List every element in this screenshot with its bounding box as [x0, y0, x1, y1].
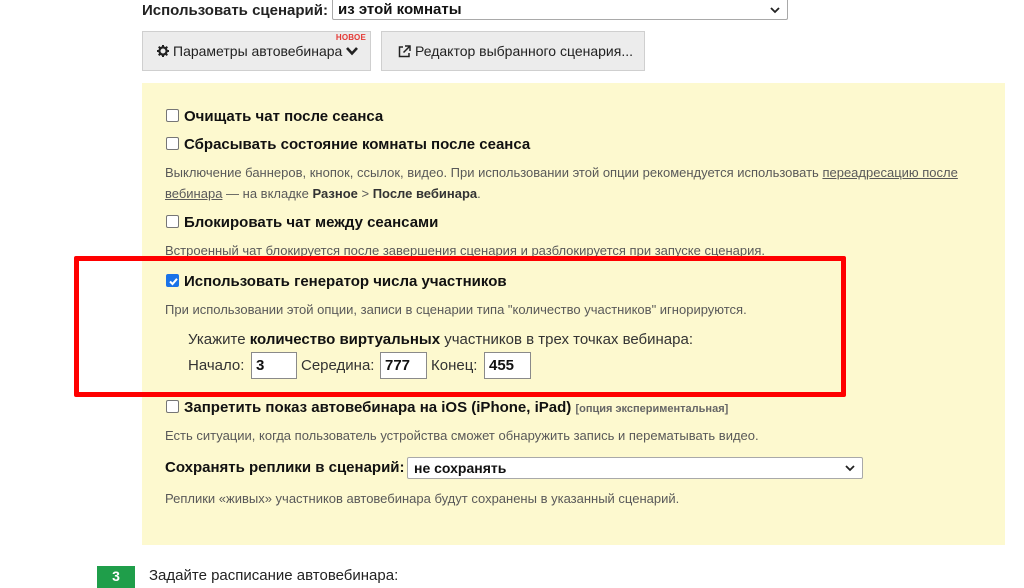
chevron-down-icon: [346, 47, 359, 56]
params-button-label: Параметры автовебинара: [173, 43, 343, 59]
ios-block-label: Запретить показ автовебинара на iOS (iPh…: [184, 399, 728, 416]
chevron-down-icon: [845, 465, 855, 472]
reset-room-hint-sep: >: [357, 186, 373, 201]
reset-room-hint-text: Выключение баннеров, кнопок, ссылок, вид…: [165, 165, 819, 180]
highlight-frame: [74, 256, 846, 397]
scenario-selected-value: из этой комнаты: [338, 1, 462, 18]
save-replies-label: Сохранять реплики в сценарий:: [165, 459, 405, 476]
tab-after-webinar-ref: После вебинара: [372, 186, 478, 201]
block-chat-label: Блокировать чат между сеансами: [184, 214, 439, 231]
save-replies-selected: не сохранять: [414, 460, 507, 476]
scenario-select[interactable]: из этой комнаты: [332, 0, 788, 20]
tab-other-ref: Разное: [312, 186, 358, 201]
scenario-editor-button[interactable]: Редактор выбранного сценария...: [381, 31, 645, 71]
reset-room-label: Сбрасывать состояние комнаты после сеанс…: [184, 136, 531, 153]
experimental-tag: [опция экспериментальная]: [575, 403, 729, 415]
external-link-icon: [398, 44, 411, 57]
step-number-badge: 3: [97, 566, 135, 588]
scenario-row: Использовать сценарий:: [142, 0, 328, 20]
block-chat-checkbox[interactable]: [166, 215, 179, 228]
save-replies-hint: Реплики «живых» участников автовебинара …: [165, 491, 680, 506]
ios-block-label-text: Запретить показ автовебинара на iOS (iPh…: [184, 399, 572, 416]
clear-chat-checkbox[interactable]: [166, 109, 179, 122]
scenario-label: Использовать сценарий:: [142, 1, 328, 19]
reset-room-hint-end: .: [477, 186, 481, 201]
reset-room-hint-mid: — на вкладке: [222, 186, 309, 201]
gear-icon: [157, 45, 169, 57]
save-replies-select[interactable]: не сохранять: [407, 457, 863, 479]
editor-button-label: Редактор выбранного сценария...: [415, 43, 633, 59]
chevron-down-icon: [770, 6, 780, 13]
reset-room-checkbox[interactable]: [166, 137, 179, 150]
step-title: Задайте расписание автовебинара:: [149, 567, 399, 584]
ios-block-hint: Есть ситуации, когда пользователь устрой…: [165, 428, 759, 443]
reset-room-hint: Выключение баннеров, кнопок, ссылок, вид…: [165, 162, 995, 204]
ios-block-checkbox[interactable]: [166, 400, 179, 413]
autowebinar-params-button[interactable]: Параметры автовебинара НОВОЕ: [142, 31, 371, 71]
clear-chat-label: Очищать чат после сеанса: [184, 108, 384, 125]
new-badge: НОВОЕ: [335, 33, 366, 42]
